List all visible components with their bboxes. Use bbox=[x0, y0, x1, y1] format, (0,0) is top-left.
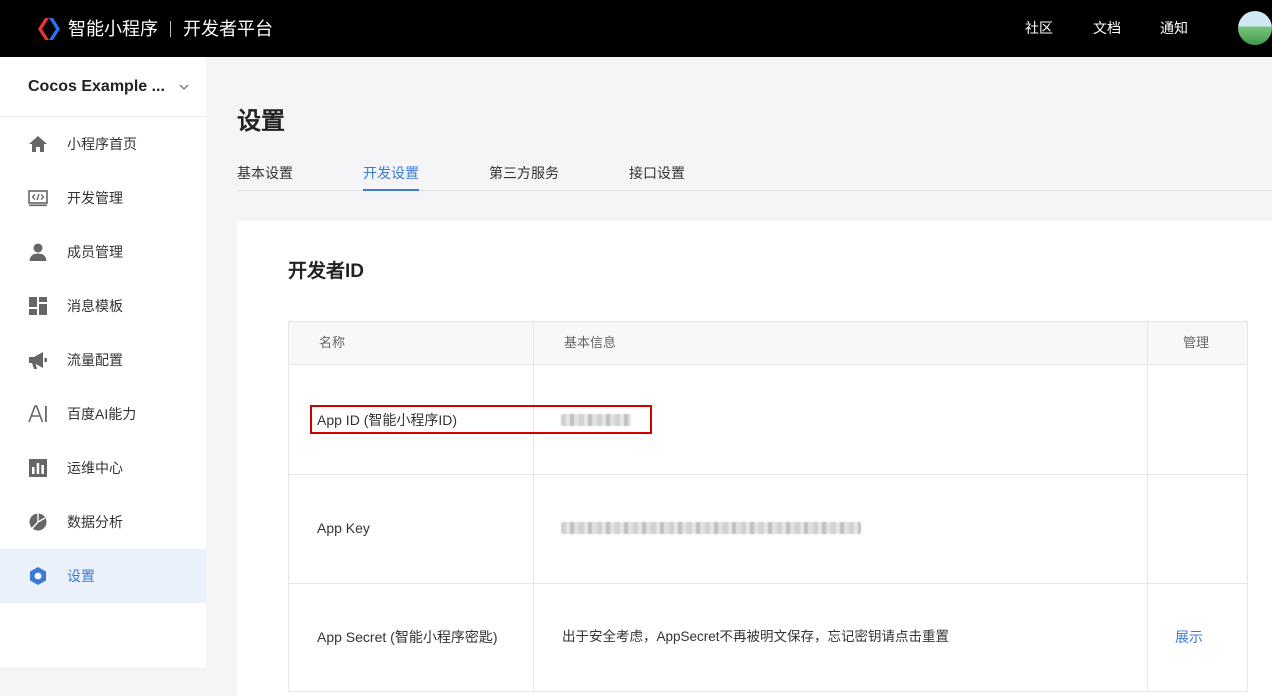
app-key-value-redacted bbox=[561, 522, 861, 534]
user-avatar[interactable] bbox=[1238, 11, 1272, 45]
column-divider bbox=[1147, 322, 1148, 691]
app-name: Cocos Example ... bbox=[28, 78, 165, 95]
sidebar-item-label: 运维中心 bbox=[67, 460, 123, 476]
sidebar-item-members[interactable]: 成员管理 bbox=[0, 225, 206, 279]
megaphone-icon bbox=[29, 352, 47, 369]
developer-id-table: 名称 基本信息 管理 App ID (智能小程序ID) App Key App … bbox=[288, 321, 1248, 692]
sidebar-item-operations[interactable]: 运维中心 bbox=[0, 441, 206, 495]
app-secret-notice: 出于安全考虑，AppSecret不再被明文保存，忘记密钥请点击重置 bbox=[562, 629, 950, 644]
sidebar-item-label: 流量配置 bbox=[67, 352, 123, 368]
tab-third-party-services[interactable]: 第三方服务 bbox=[489, 164, 559, 189]
nav-community-link[interactable]: 社区 bbox=[1025, 19, 1053, 37]
settings-tabs: 基本设置 开发设置 第三方服务 接口设置 bbox=[237, 163, 1272, 191]
tab-basic-settings[interactable]: 基本设置 bbox=[237, 164, 293, 189]
brand-name: 智能小程序 bbox=[68, 19, 158, 39]
app-selector[interactable]: Cocos Example ... bbox=[0, 57, 206, 117]
sidebar-item-baidu-ai[interactable]: 百度AI能力 bbox=[0, 387, 206, 441]
home-icon bbox=[29, 136, 47, 152]
page-title: 设置 bbox=[237, 108, 285, 135]
ai-icon bbox=[28, 405, 47, 423]
app-key-label: App Key bbox=[317, 520, 370, 536]
brand-logo-icon[interactable] bbox=[36, 16, 62, 42]
template-icon bbox=[29, 297, 47, 315]
sidebar-item-message-templates[interactable]: 消息模板 bbox=[0, 279, 206, 333]
code-icon bbox=[28, 190, 48, 207]
table-header: 名称 基本信息 管理 bbox=[289, 322, 1247, 365]
platform-name: 开发者平台 bbox=[183, 19, 273, 39]
sidebar-item-label: 设置 bbox=[67, 568, 95, 584]
sidebar-item-label: 成员管理 bbox=[67, 244, 123, 260]
sidebar-item-label: 开发管理 bbox=[67, 190, 123, 206]
top-bar: 智能小程序 开发者平台 社区 文档 通知 bbox=[0, 0, 1272, 57]
nav-notifications-link[interactable]: 通知 bbox=[1160, 19, 1188, 37]
sidebar-item-label: 消息模板 bbox=[67, 298, 123, 314]
nav-docs-link[interactable]: 文档 bbox=[1093, 19, 1121, 37]
sidebar-item-settings[interactable]: 设置 bbox=[0, 549, 206, 603]
table-row: App Key bbox=[289, 475, 1247, 584]
chevron-down-icon bbox=[179, 84, 189, 90]
tab-api-settings[interactable]: 接口设置 bbox=[629, 164, 685, 189]
user-icon bbox=[29, 243, 47, 261]
sidebar-item-label: 小程序首页 bbox=[67, 136, 137, 152]
column-header-manage: 管理 bbox=[1183, 335, 1210, 350]
sidebar-item-label: 数据分析 bbox=[67, 514, 123, 530]
chart-bars-icon bbox=[29, 459, 47, 477]
sidebar-item-traffic-config[interactable]: 流量配置 bbox=[0, 333, 206, 387]
sidebar-item-development[interactable]: 开发管理 bbox=[0, 171, 206, 225]
settings-icon bbox=[30, 567, 46, 585]
column-divider bbox=[533, 322, 534, 691]
sidebar-item-home[interactable]: 小程序首页 bbox=[0, 117, 206, 171]
brand-title[interactable]: 智能小程序 开发者平台 bbox=[68, 17, 273, 41]
show-secret-link[interactable]: 展示 bbox=[1175, 628, 1203, 646]
sidebar: Cocos Example ... 小程序首页 开发管理 成员管理 消息模板 流… bbox=[0, 57, 206, 667]
app-id-highlight-box bbox=[310, 405, 652, 434]
table-row: App Secret (智能小程序密匙) 出于安全考虑，AppSecret不再被… bbox=[289, 584, 1247, 692]
column-header-name: 名称 bbox=[319, 335, 346, 350]
tab-development-settings[interactable]: 开发设置 bbox=[363, 164, 419, 191]
column-header-info: 基本信息 bbox=[564, 335, 617, 350]
section-title: 开发者ID bbox=[288, 261, 365, 282]
sidebar-item-label: 百度AI能力 bbox=[67, 406, 137, 422]
sidebar-item-data-analysis[interactable]: 数据分析 bbox=[0, 495, 206, 549]
pie-chart-icon bbox=[29, 513, 47, 531]
brand-divider bbox=[170, 21, 171, 37]
app-secret-label: App Secret (智能小程序密匙) bbox=[317, 629, 498, 645]
